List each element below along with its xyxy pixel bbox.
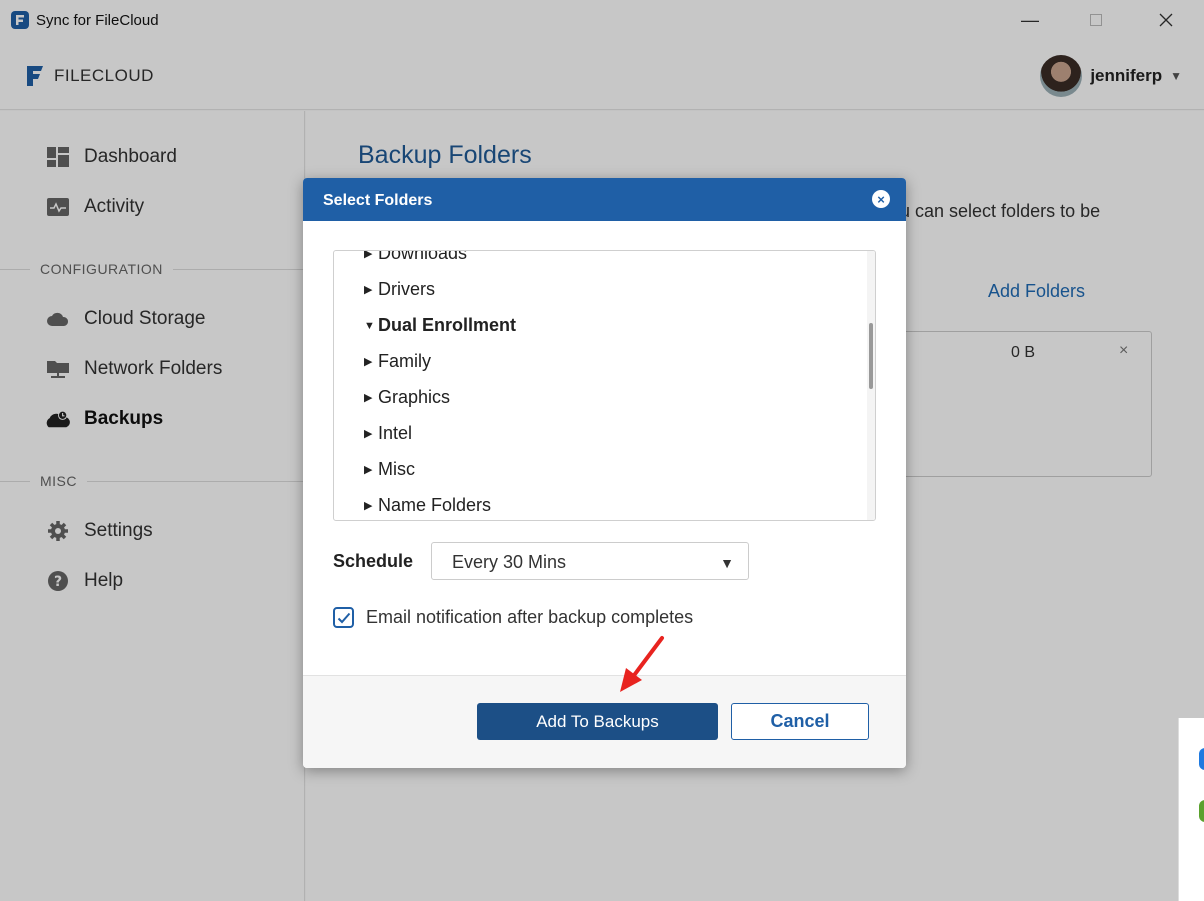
blue-app-icon xyxy=(1199,748,1204,770)
folder-name: Dual Enrollment xyxy=(378,315,517,335)
dialog-header: Select Folders × xyxy=(303,178,906,221)
green-app-icon xyxy=(1199,800,1204,822)
expand-arrow-icon[interactable]: ▶ xyxy=(364,355,374,368)
folder-row-downloads[interactable]: ▶ Downloads xyxy=(364,250,468,264)
folder-row-graphics[interactable]: ▶ Graphics xyxy=(364,387,450,408)
folder-name: Family xyxy=(378,351,431,371)
folder-row-drivers[interactable]: ▶ Drivers xyxy=(364,279,435,300)
folder-tree[interactable]: ▶ Downloads ▶ Drivers ▼ Dual Enrollment … xyxy=(333,250,876,521)
cancel-button[interactable]: Cancel xyxy=(731,703,869,740)
background-window-edge xyxy=(1178,718,1204,901)
expand-arrow-icon[interactable]: ▶ xyxy=(364,251,374,260)
folder-name: Intel xyxy=(378,423,413,443)
expand-arrow-icon[interactable]: ▶ xyxy=(364,463,374,476)
select-folders-dialog: Select Folders × ▶ Downloads ▶ Drivers ▼… xyxy=(303,178,906,768)
email-notification-label[interactable]: Email notification after backup complete… xyxy=(366,607,693,628)
folder-row-intel[interactable]: ▶ Intel xyxy=(364,423,412,444)
folder-name: Name Folders xyxy=(378,495,492,515)
annotation-arrow-icon xyxy=(620,636,664,692)
tree-scrollbar[interactable] xyxy=(867,251,875,520)
dialog-title: Select Folders xyxy=(323,192,433,209)
folder-name: Graphics xyxy=(378,387,451,407)
expand-arrow-icon[interactable]: ▶ xyxy=(364,283,374,296)
schedule-label: Schedule xyxy=(333,551,414,571)
folder-name: Drivers xyxy=(378,279,435,299)
expand-arrow-icon[interactable]: ▶ xyxy=(364,391,374,404)
folder-name: Downloads xyxy=(378,250,468,263)
expand-arrow-icon[interactable]: ▶ xyxy=(364,499,374,512)
checkmark-icon xyxy=(337,612,350,623)
add-to-backups-button[interactable]: Add To Backups xyxy=(477,703,718,740)
folder-row-family[interactable]: ▶ Family xyxy=(364,351,431,372)
dialog-close-button[interactable]: × xyxy=(872,190,890,208)
folder-name: Misc xyxy=(378,459,415,479)
schedule-select[interactable]: Every 30 Mins ▼ xyxy=(431,542,749,580)
folder-row-misc[interactable]: ▶ Misc xyxy=(364,459,415,480)
collapse-arrow-icon[interactable]: ▼ xyxy=(364,320,375,332)
folder-row-name-folders[interactable]: ▶ Name Folders xyxy=(364,495,491,516)
scrollbar-thumb[interactable] xyxy=(869,323,873,389)
dialog-footer: Add To Backups Cancel xyxy=(303,675,906,768)
schedule-value: Every 30 Mins xyxy=(452,552,567,572)
folder-row-dual-enrollment[interactable]: ▼ Dual Enrollment xyxy=(364,315,516,336)
chevron-down-icon: ▼ xyxy=(720,555,734,571)
expand-arrow-icon[interactable]: ▶ xyxy=(364,427,374,440)
email-notification-checkbox[interactable] xyxy=(333,607,354,628)
